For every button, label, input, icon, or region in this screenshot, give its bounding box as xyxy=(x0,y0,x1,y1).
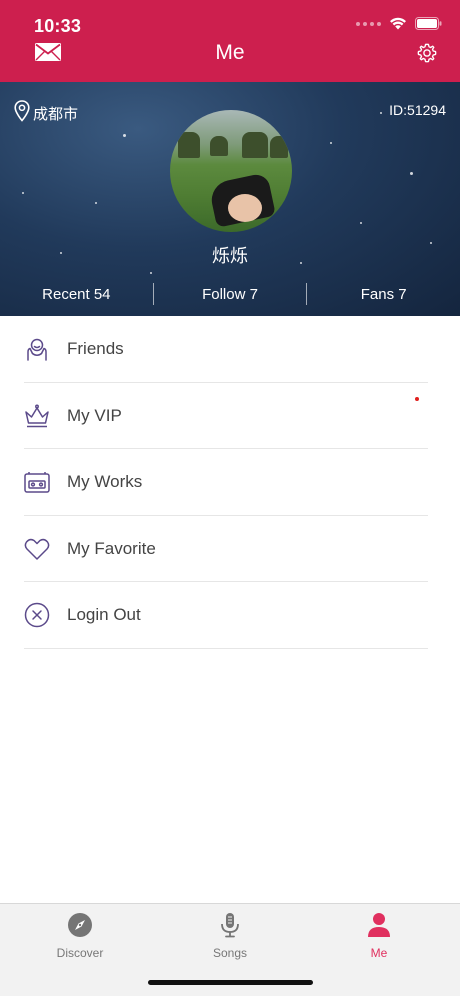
tab-label: Me xyxy=(370,946,388,960)
menu-label: Friends xyxy=(67,339,124,359)
notification-dot xyxy=(415,396,419,401)
menu-label: Login Out xyxy=(67,605,141,625)
microphone-icon xyxy=(219,912,241,943)
menu-list: Friends My VIP My Works My Favorite Logi… xyxy=(0,316,460,649)
stat-recent[interactable]: Recent 54 xyxy=(0,282,153,306)
tab-label: Songs xyxy=(212,946,248,960)
person-icon xyxy=(367,912,391,943)
location-pin-icon xyxy=(14,100,30,126)
home-indicator xyxy=(148,980,313,985)
tab-me[interactable]: Me xyxy=(329,912,429,960)
signal-icon xyxy=(356,21,381,26)
user-id: ID:51294 xyxy=(389,102,446,118)
tab-songs[interactable]: Songs xyxy=(180,912,280,960)
menu-item-login-out[interactable]: Login Out xyxy=(0,582,460,649)
avatar[interactable] xyxy=(170,110,292,232)
crown-icon xyxy=(24,403,50,429)
menu-item-my-favorite[interactable]: My Favorite xyxy=(0,516,460,583)
menu-item-my-vip[interactable]: My VIP xyxy=(0,383,460,450)
heart-icon xyxy=(24,536,50,562)
compass-icon xyxy=(67,912,93,943)
page-title: Me xyxy=(215,41,245,64)
profile-header: 成都市 ID:51294 烁烁 Recent 54 Follow 7 Fans … xyxy=(0,82,460,316)
top-bar: 10:33 Me xyxy=(0,0,460,82)
close-circle-icon xyxy=(24,602,50,628)
username: 烁烁 xyxy=(212,246,248,266)
menu-label: My VIP xyxy=(67,405,122,425)
menu-item-friends[interactable]: Friends xyxy=(0,316,460,383)
menu-item-my-works[interactable]: My Works xyxy=(0,449,460,516)
works-icon xyxy=(24,469,50,495)
stat-follow[interactable]: Follow 7 xyxy=(154,282,307,306)
gear-icon[interactable] xyxy=(416,42,438,69)
location-label: 成都市 xyxy=(33,105,79,123)
profile-stats: Recent 54 Follow 7 Fans 7 xyxy=(0,282,460,306)
stat-fans[interactable]: Fans 7 xyxy=(307,282,460,306)
location: 成都市 xyxy=(14,100,78,126)
tab-bar: Discover Songs Me xyxy=(0,903,460,996)
friends-icon xyxy=(24,336,50,362)
menu-label: My Works xyxy=(67,472,143,492)
wifi-icon xyxy=(389,17,407,30)
status-time: 10:33 xyxy=(34,16,82,36)
status-icons xyxy=(356,17,442,30)
tab-discover[interactable]: Discover xyxy=(30,912,130,960)
menu-label: My Favorite xyxy=(67,538,156,558)
battery-icon xyxy=(415,17,442,30)
tab-label: Discover xyxy=(56,946,104,960)
